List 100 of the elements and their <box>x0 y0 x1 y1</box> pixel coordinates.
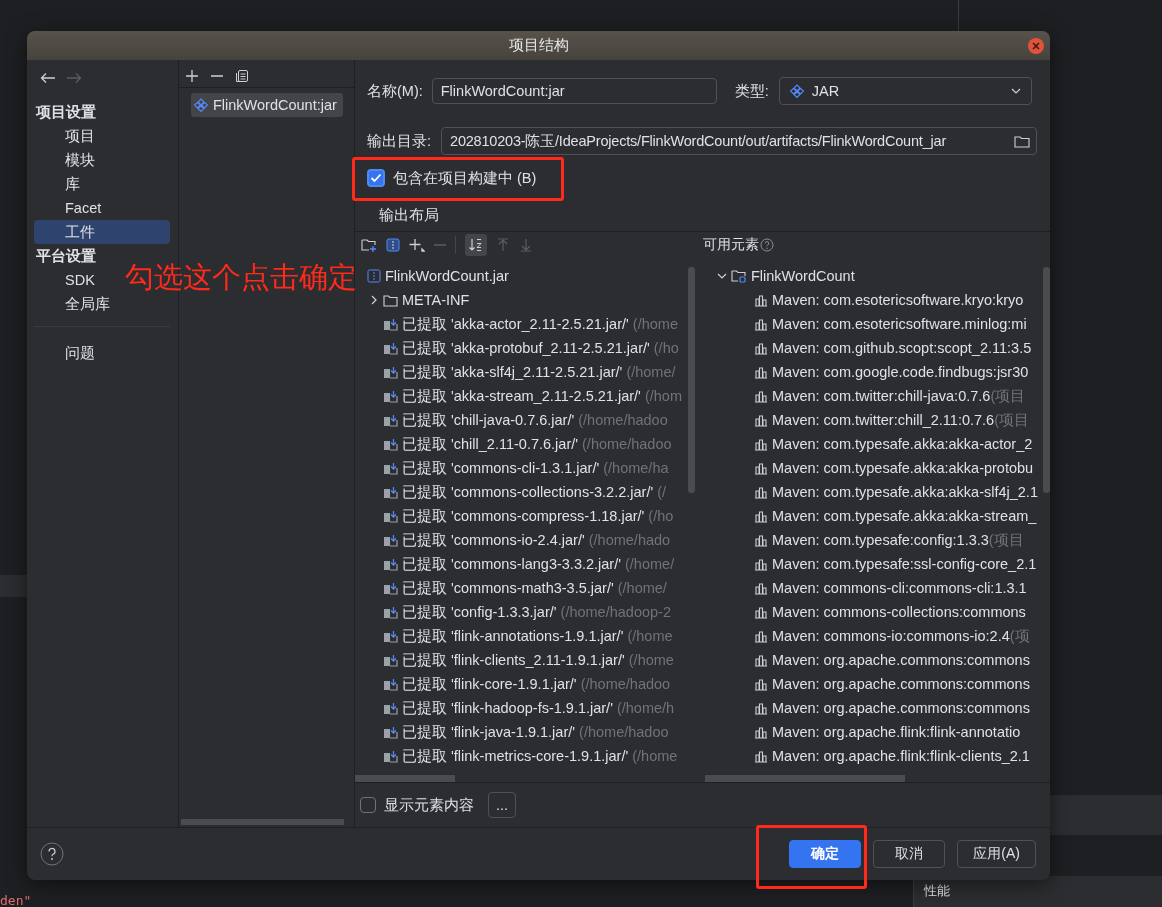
tree-item[interactable]: 已提取 'flink-hadoop-fs-1.9.1.jar/' (/home/h <box>355 696 701 720</box>
scrollbar-thumb[interactable] <box>1043 267 1050 493</box>
tree-item[interactable]: 已提取 'commons-cli-1.3.1.jar/' (/home/ha <box>355 456 701 480</box>
tree-item[interactable]: 已提取 'commons-collections-3.2.2.jar/' (/ <box>355 480 701 504</box>
checkbox-label[interactable]: 显示元素内容 <box>384 795 474 815</box>
tree-item[interactable]: FlinkWordCount.jar <box>355 264 701 288</box>
checkbox[interactable] <box>367 169 385 187</box>
folder-icon[interactable] <box>1014 134 1031 148</box>
folder-add-icon[interactable] <box>361 237 377 252</box>
library-icon <box>754 677 768 691</box>
sidebar-item[interactable]: 全局库 <box>65 292 110 316</box>
scrollbar-thumb[interactable] <box>355 775 455 782</box>
section-title: 可用元素 <box>703 235 759 254</box>
tree-item[interactable]: Maven: com.typesafe:ssl-config-core_2.1 <box>701 552 1050 576</box>
ok-button[interactable]: 确定 <box>789 840 862 868</box>
tree-item[interactable]: 已提取 'flink-core-1.9.1.jar/' (/home/hadoo <box>355 672 701 696</box>
help-icon[interactable] <box>40 842 64 866</box>
scrollbar-thumb[interactable] <box>705 775 905 782</box>
move-up-icon <box>496 237 510 252</box>
tree-item[interactable]: Maven: com.typesafe.akka:akka-protobu <box>701 456 1050 480</box>
panel-item[interactable]: 性能 <box>924 882 950 900</box>
sidebar-item[interactable]: 问题 <box>65 341 95 365</box>
dialog-button[interactable]: 取消 <box>873 840 946 868</box>
sidebar-item[interactable]: 项目 <box>65 124 95 148</box>
tree-item[interactable]: Maven: org.apache.flink:flink-clients_2.1 <box>701 744 1050 768</box>
tree-item[interactable]: 已提取 'flink-annotations-1.9.1.jar/' (/home <box>355 624 701 648</box>
tree-item[interactable]: Maven: com.twitter:chill_2.11:0.7.6(项目 <box>701 408 1050 432</box>
sidebar-item[interactable]: SDK <box>65 268 95 292</box>
extract-icon <box>383 389 398 403</box>
checkbox[interactable] <box>360 797 376 813</box>
tree-item[interactable]: Maven: commons-collections:commons <box>701 600 1050 624</box>
tree-item[interactable]: Maven: org.apache.flink:flink-annotatio <box>701 720 1050 744</box>
more-button[interactable]: ... <box>488 792 516 818</box>
tree-item[interactable]: Maven: org.apache.commons:commons <box>701 672 1050 696</box>
remove-icon[interactable] <box>211 74 223 77</box>
tree-item[interactable]: 已提取 'commons-math3-3.5.jar/' (/home/ <box>355 576 701 600</box>
tree-item[interactable]: Maven: com.typesafe:config:1.3.3(项目 <box>701 528 1050 552</box>
back-icon[interactable] <box>40 72 56 84</box>
checkbox-label[interactable]: 包含在项目构建中 (B) <box>393 168 537 188</box>
tree-item[interactable]: Maven: com.google.code.findbugs:jsr30 <box>701 360 1050 384</box>
tree-item[interactable]: Maven: com.twitter:chill-java:0.7.6(项目 <box>701 384 1050 408</box>
tree-item[interactable]: 已提取 'akka-slf4j_2.11-2.5.21.jar/' (/home/ <box>355 360 701 384</box>
extract-icon <box>383 437 398 451</box>
tree-item[interactable]: 已提取 'commons-io-2.4.jar/' (/home/hado <box>355 528 701 552</box>
section-title: 输出布局 <box>378 206 440 225</box>
tree-item[interactable]: 已提取 'chill_2.11-0.7.6.jar/' (/home/hadoo <box>355 432 701 456</box>
tree-item[interactable]: 已提取 'commons-lang3-3.3.2.jar/' (/home/ <box>355 552 701 576</box>
library-icon <box>754 461 768 475</box>
sidebar-item[interactable]: 模块 <box>65 148 95 172</box>
copy-icon[interactable] <box>235 68 249 83</box>
sort-button[interactable] <box>465 233 487 256</box>
artifact-item[interactable]: FlinkWordCount:jar <box>191 93 343 117</box>
close-icon[interactable] <box>1027 37 1045 55</box>
tree-item[interactable]: 已提取 'chill-java-0.7.6.jar/' (/home/hadoo <box>355 408 701 432</box>
sidebar-item[interactable]: 库 <box>65 172 80 196</box>
tree-item[interactable]: Maven: commons-cli:commons-cli:1.3.1 <box>701 576 1050 600</box>
scrollbar-thumb[interactable] <box>688 267 695 493</box>
library-icon <box>754 341 768 355</box>
type-dropdown[interactable]: JAR <box>778 77 1032 105</box>
tree-item[interactable]: 已提取 'config-1.3.3.jar/' (/home/hadoop-2 <box>355 600 701 624</box>
library-icon <box>754 317 768 331</box>
extract-icon <box>383 653 398 667</box>
add-icon[interactable] <box>409 237 425 252</box>
tree-item[interactable]: Maven: com.typesafe.akka:akka-stream_ <box>701 504 1050 528</box>
archive-icon[interactable] <box>386 237 400 252</box>
tree-item[interactable]: Maven: com.typesafe.akka:akka-actor_2 <box>701 432 1050 456</box>
extract-icon <box>383 341 398 355</box>
tree-item[interactable]: 已提取 'flink-metrics-core-1.9.1.jar/' (/home <box>355 744 701 768</box>
tree-item[interactable]: Maven: com.github.scopt:scopt_2.11:3.5 <box>701 336 1050 360</box>
tree-item[interactable]: 已提取 'akka-protobuf_2.11-2.5.21.jar/' (/ho <box>355 336 701 360</box>
add-icon[interactable] <box>185 68 199 83</box>
help-icon[interactable] <box>760 237 774 252</box>
chevron-icon[interactable] <box>369 295 379 305</box>
extract-icon <box>383 581 398 595</box>
tree-item[interactable]: Maven: org.apache.commons:commons <box>701 648 1050 672</box>
tree-item[interactable]: 已提取 'flink-clients_2.11-1.9.1.jar/' (/home <box>355 648 701 672</box>
sidebar-item[interactable]: Facet <box>65 196 102 220</box>
tree-item[interactable]: 已提取 'akka-stream_2.11-2.5.21.jar/' (/hom <box>355 384 701 408</box>
scrollbar-thumb[interactable] <box>181 819 344 825</box>
tree-item[interactable]: 已提取 'commons-compress-1.18.jar/' (/ho <box>355 504 701 528</box>
tree-item[interactable]: Maven: com.typesafe.akka:akka-slf4j_2.1 <box>701 480 1050 504</box>
library-icon <box>754 485 768 499</box>
chevron-icon[interactable] <box>717 271 727 281</box>
caret-icon <box>1010 88 1021 94</box>
library-icon <box>754 413 768 427</box>
field-label: 输出目录: <box>367 131 432 151</box>
tree-item[interactable]: 已提取 'akka-actor_2.11-2.5.21.jar/' (/home <box>355 312 701 336</box>
extract-icon <box>383 461 398 475</box>
tree-item[interactable]: Maven: com.esotericsoftware.kryo:kryo <box>701 288 1050 312</box>
name-field[interactable]: FlinkWordCount:jar <box>431 78 717 104</box>
tree-item[interactable]: 已提取 'flink-java-1.9.1.jar/' (/home/hadoo <box>355 720 701 744</box>
tree-item[interactable]: FlinkWordCount <box>701 264 1050 288</box>
sidebar-item[interactable]: 工件 <box>34 220 170 244</box>
dialog-button[interactable]: 应用(A) <box>957 840 1036 868</box>
tree-item[interactable]: Maven: org.apache.commons:commons <box>701 696 1050 720</box>
tree-item[interactable]: Maven: commons-io:commons-io:2.4(项 <box>701 624 1050 648</box>
move-down-icon <box>519 237 533 252</box>
output-path-field[interactable]: 202810203-陈玉/IdeaProjects/FlinkWordCount/out/artifacts/FlinkWordCount_jar <box>441 127 1038 155</box>
tree-item[interactable]: Maven: com.esotericsoftware.minlog:mi <box>701 312 1050 336</box>
tree-item[interactable]: META-INF <box>355 288 701 312</box>
